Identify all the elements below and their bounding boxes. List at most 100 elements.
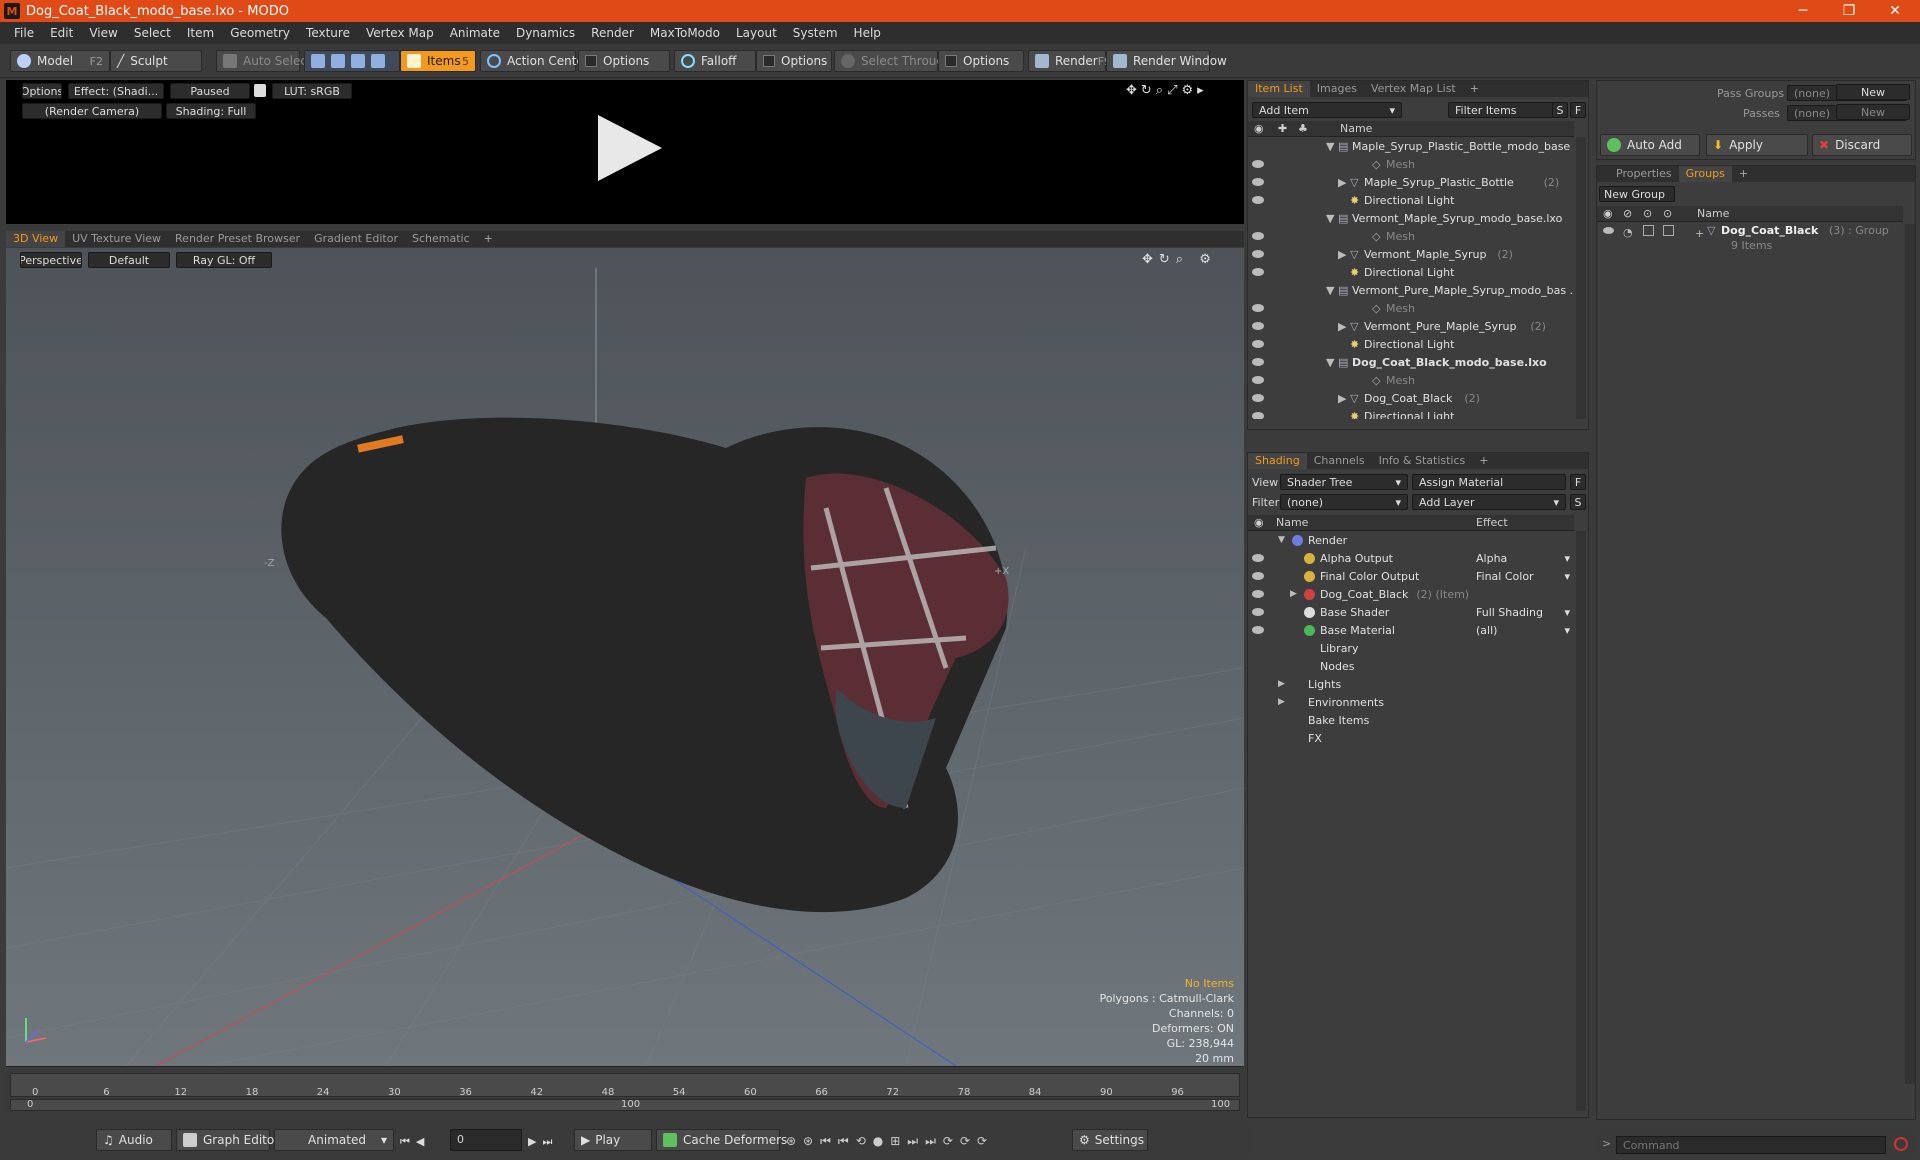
select-through-options-button[interactable]: Options xyxy=(938,50,1024,72)
list-item[interactable]: ▶ ▽ Vermont_Maple_Syrup (2) xyxy=(1248,245,1574,263)
list-item[interactable]: ▼ ▤ Dog_Coat_Black_modo_base.lxo xyxy=(1248,353,1574,371)
render-camera-dropdown[interactable]: (Render Camera) xyxy=(22,103,162,119)
expand-plus-icon[interactable]: + xyxy=(1695,227,1704,240)
render-button[interactable]: Render F9 xyxy=(1028,50,1111,72)
record-icon[interactable] xyxy=(1894,1137,1908,1151)
auto-add-button[interactable]: Auto Add xyxy=(1600,134,1700,156)
play-icon[interactable] xyxy=(598,115,662,181)
sculpt-mode-button[interactable]: ╱ Sculpt xyxy=(110,50,202,72)
item-list-scrollbar[interactable] xyxy=(1576,137,1586,419)
list-item[interactable]: ▶ ▽ Maple_Syrup_Plastic_Bottle (2) xyxy=(1248,173,1574,191)
menu-texture[interactable]: Texture xyxy=(298,26,358,40)
tab-3d-view[interactable]: 3D View xyxy=(6,231,66,247)
tree-arrow-icon[interactable]: ▶ xyxy=(1278,697,1285,707)
select-column-icon[interactable]: ⊙ xyxy=(1663,207,1672,220)
expand-arrow-icon[interactable]: ▶ xyxy=(1338,392,1346,405)
cache-deformers-button[interactable]: Cache Deformers xyxy=(656,1129,787,1151)
step-forward-icons[interactable]: ▶⏭ xyxy=(528,1135,558,1149)
timeline-ruler[interactable] xyxy=(10,1073,1240,1097)
tab-item-list[interactable]: Item List xyxy=(1248,81,1310,97)
effect-column-header[interactable]: Effect xyxy=(1476,516,1508,529)
list-item[interactable]: ✸ Directional Light xyxy=(1248,191,1574,209)
eye-icon[interactable] xyxy=(1252,340,1264,348)
tab-info-statistics[interactable]: Info & Statistics xyxy=(1372,453,1473,469)
eye-icon[interactable] xyxy=(1252,412,1264,419)
menu-maxtomodo[interactable]: MaxToModo xyxy=(642,26,728,40)
render-column-icon[interactable]: ⊘ xyxy=(1623,207,1632,220)
list-item[interactable]: ▶ ▽ Vermont_Pure_Maple_Syrup (2) xyxy=(1248,317,1574,335)
table-row[interactable]: Base Shader Full Shading ▾ xyxy=(1248,603,1574,621)
table-row[interactable]: FX xyxy=(1248,729,1574,747)
eye-icon[interactable] xyxy=(1252,196,1264,204)
vertices-icon[interactable] xyxy=(311,54,325,68)
current-frame-field[interactable]: 0 xyxy=(450,1129,522,1151)
menu-file[interactable]: File xyxy=(6,26,42,40)
eye-icon[interactable] xyxy=(1252,394,1264,402)
add-tab-button[interactable]: + xyxy=(477,231,500,247)
filter-items-input[interactable]: Filter Items xyxy=(1448,102,1560,118)
menu-help[interactable]: Help xyxy=(846,26,889,40)
tab-channels[interactable]: Channels xyxy=(1307,453,1372,469)
visibility-column-icon[interactable]: ◉ xyxy=(1603,207,1613,220)
tab-images[interactable]: Images xyxy=(1310,81,1364,97)
preview-effect-dropdown[interactable]: Effect: (Shadi... xyxy=(68,83,164,99)
table-row[interactable]: ▶ Environments xyxy=(1248,693,1574,711)
effect-dropdown[interactable]: Full Shading ▾ xyxy=(1476,606,1572,619)
name-column-header[interactable]: Name xyxy=(1340,122,1372,135)
list-item[interactable]: ◇ Mesh xyxy=(1248,371,1574,389)
eye-icon[interactable] xyxy=(1252,268,1264,276)
table-row[interactable]: Alpha Output Alpha ▾ xyxy=(1248,549,1574,567)
menu-system[interactable]: System xyxy=(785,26,846,40)
render-column-icon[interactable]: ♣ xyxy=(1298,122,1308,135)
polygons-icon[interactable] xyxy=(351,54,365,68)
menu-vertex-map[interactable]: Vertex Map xyxy=(358,26,442,40)
expand-arrow-icon[interactable]: ▶ xyxy=(1338,320,1346,333)
eye-icon[interactable] xyxy=(1252,232,1264,240)
name-column-header[interactable]: Name xyxy=(1697,207,1729,220)
effect-dropdown[interactable]: Alpha ▾ xyxy=(1476,552,1572,565)
render-toggle-icon[interactable]: ◔ xyxy=(1623,226,1633,239)
menu-geometry[interactable]: Geometry xyxy=(222,26,298,40)
filter-dropdown[interactable]: (none) ▾ xyxy=(1280,494,1408,510)
shading-s-button[interactable]: S xyxy=(1570,494,1586,510)
table-row[interactable]: ▼ Render xyxy=(1248,531,1574,549)
collapse-arrow-icon[interactable]: ▼ xyxy=(1326,140,1334,153)
shading-dropdown[interactable]: Shading: Full xyxy=(166,103,256,119)
eye-icon[interactable] xyxy=(1252,178,1264,186)
menu-layout[interactable]: Layout xyxy=(728,26,785,40)
preview-paused-button[interactable]: Paused xyxy=(170,83,250,99)
timeline-range-bar[interactable]: 0 100 100 xyxy=(10,1099,1240,1111)
edges-icon[interactable] xyxy=(331,54,345,68)
minimize-button[interactable]: ─ xyxy=(1780,0,1826,22)
action-center-options-button[interactable]: Options xyxy=(578,50,670,72)
list-item[interactable]: ◇ Mesh xyxy=(1248,299,1574,317)
new-pass-group-button[interactable]: New xyxy=(1836,84,1910,100)
falloff-button[interactable]: Falloff xyxy=(674,50,756,72)
options-checkbox[interactable] xyxy=(945,55,957,67)
eye-icon[interactable] xyxy=(1252,376,1264,384)
menu-item[interactable]: Item xyxy=(179,26,222,40)
name-column-header[interactable]: Name xyxy=(1276,516,1308,529)
render-window-button[interactable]: Render Window xyxy=(1106,50,1227,72)
selection-mode-group[interactable] xyxy=(304,50,400,72)
default-shading-dropdown[interactable]: Default xyxy=(88,252,170,268)
eye-icon[interactable] xyxy=(1252,626,1264,634)
list-item[interactable]: ◇ Mesh xyxy=(1248,227,1574,245)
select-checkbox[interactable] xyxy=(1663,225,1674,236)
animated-dropdown[interactable]: Animated ▾ xyxy=(274,1129,394,1151)
menu-animate[interactable]: Animate xyxy=(442,26,508,40)
effect-dropdown[interactable]: Final Color ▾ xyxy=(1476,570,1572,583)
falloff-options-button[interactable]: Options xyxy=(756,50,832,72)
tab-uv-texture-view[interactable]: UV Texture View xyxy=(65,231,168,247)
select-through-button[interactable]: Select Through xyxy=(834,50,952,72)
graph-editor-button[interactable]: Graph Editor xyxy=(176,1129,279,1151)
effect-dropdown[interactable]: (all) ▾ xyxy=(1476,624,1572,637)
command-input[interactable] xyxy=(1616,1136,1886,1154)
eye-icon[interactable] xyxy=(1252,358,1264,366)
groups-scrollbar[interactable] xyxy=(1905,224,1915,1084)
list-item[interactable]: ✸ Directional Light xyxy=(1248,407,1574,419)
visibility-column-icon[interactable]: ◉ xyxy=(1254,122,1264,135)
shader-tree-scrollbar[interactable] xyxy=(1576,531,1586,1111)
new-group-button[interactable]: New Group xyxy=(1599,186,1675,202)
preview-options-button[interactable]: Options xyxy=(22,83,62,99)
